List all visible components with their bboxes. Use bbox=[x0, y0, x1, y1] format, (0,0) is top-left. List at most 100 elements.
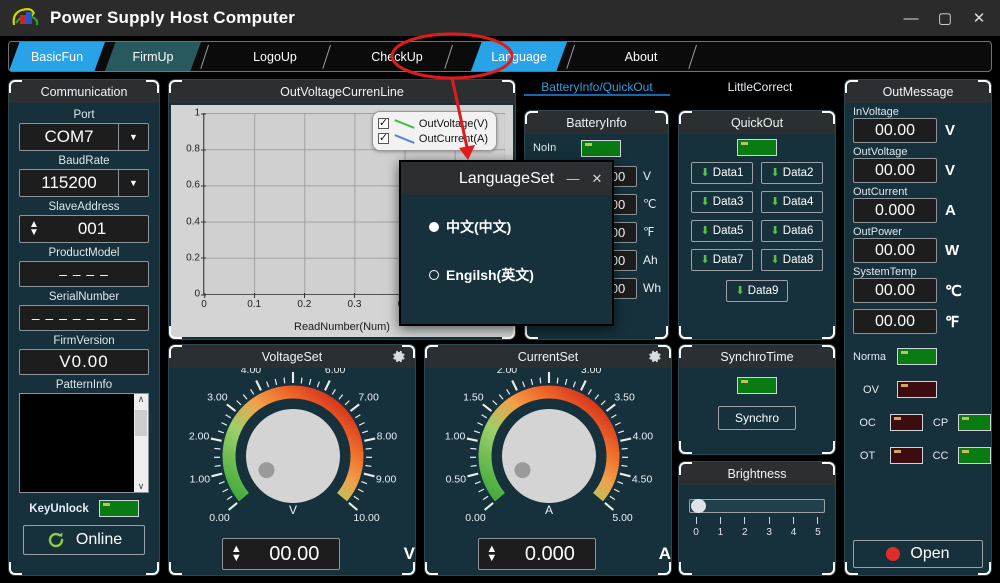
language-option-chinese[interactable]: 中文(中文) bbox=[401, 217, 612, 237]
stepper-arrows-icon[interactable]: ▲ ▼ bbox=[223, 544, 249, 564]
norma-indicator bbox=[897, 348, 937, 365]
dialog-minimize-button[interactable]: — bbox=[562, 167, 584, 191]
brightness-slider[interactable] bbox=[689, 499, 825, 513]
row-unit: Ah bbox=[643, 253, 658, 267]
status-oc-cp-row: OC CP bbox=[845, 414, 991, 431]
tab-about[interactable]: About bbox=[593, 42, 689, 71]
language-option-english[interactable]: Engilsh(英文) bbox=[401, 265, 612, 285]
gauge-knob[interactable] bbox=[246, 409, 340, 503]
involtage-unit: V bbox=[945, 122, 956, 139]
tick-label: 1 bbox=[717, 527, 724, 538]
gauge-minor-tick bbox=[222, 488, 229, 493]
communication-panel-title: Communication bbox=[9, 80, 159, 103]
gauge-tick-label: 3.00 bbox=[581, 368, 602, 376]
voltageset-panel: VoltageSet 0.001.002.003.004.005.006.007… bbox=[168, 344, 416, 576]
tab-littlecorrect[interactable]: LittleCorrect bbox=[690, 80, 830, 94]
current-stepper[interactable]: ▲ ▼ 0.000 bbox=[477, 538, 596, 570]
chart-legend[interactable]: OutVoltage(V) OutCurrent(A) bbox=[371, 111, 497, 151]
outmessage-panel-title: OutMessage bbox=[845, 80, 991, 103]
legend-item[interactable]: OutVoltage(V) bbox=[377, 116, 488, 131]
quickout-data6-button[interactable]: ⬇ Data6 bbox=[761, 220, 823, 242]
legend-checkbox[interactable] bbox=[377, 116, 389, 129]
patterninfo-scrollbar[interactable]: ∧ ∨ bbox=[134, 394, 148, 492]
gauge-minor-tick bbox=[617, 481, 624, 485]
current-unit: A bbox=[658, 544, 671, 563]
gauge-tick-label: 4.50 bbox=[632, 474, 653, 486]
legend-item[interactable]: OutCurrent(A) bbox=[377, 131, 488, 146]
stepper-arrows-icon[interactable]: ▲ ▼ bbox=[479, 544, 505, 564]
gauge-minor-tick bbox=[610, 414, 617, 419]
gauge-minor-tick bbox=[331, 389, 336, 395]
gauge-center-unit: A bbox=[545, 503, 553, 517]
quickout-data2-button[interactable]: ⬇ Data2 bbox=[761, 162, 823, 184]
scroll-up-icon[interactable]: ∧ bbox=[138, 394, 145, 405]
keyunlock-indicator bbox=[98, 500, 139, 517]
scrollbar-thumb[interactable] bbox=[135, 410, 147, 436]
outvoltage-unit: V bbox=[945, 162, 956, 179]
slider-knob[interactable] bbox=[691, 499, 706, 513]
gauge-tick-label: 1.00 bbox=[190, 474, 211, 486]
tab-basicfun[interactable]: BasicFun bbox=[9, 42, 105, 71]
gauge-knob-indicator bbox=[258, 462, 275, 479]
gauge-major-tick bbox=[227, 502, 238, 511]
slaveaddress-stepper[interactable]: ▲ ▼ 001 bbox=[19, 215, 149, 243]
tab-language[interactable]: Language bbox=[471, 42, 567, 71]
languageset-dialog-titlebar: LanguageSet — ✕ bbox=[401, 162, 612, 195]
radio-selected-icon[interactable] bbox=[429, 222, 439, 232]
outcurrent-value: 0.000 bbox=[853, 198, 937, 223]
gear-icon[interactable] bbox=[390, 348, 407, 365]
online-button[interactable]: Online bbox=[23, 525, 145, 555]
brightness-panel: Brightness 0 1 2 3 4 5 bbox=[678, 461, 836, 576]
voltage-gauge[interactable]: 0.001.002.003.004.005.006.007.008.009.00… bbox=[169, 355, 415, 532]
quickout-data1-button[interactable]: ⬇ Data1 bbox=[691, 162, 753, 184]
tick-label: 2 bbox=[742, 527, 748, 538]
outvoltage-label: OutVoltage bbox=[853, 146, 908, 158]
tab-checkup[interactable]: CheckUp bbox=[349, 42, 445, 71]
current-value: 0.000 bbox=[524, 542, 575, 565]
option-label: 中文(中文) bbox=[446, 219, 512, 235]
radio-unselected-icon[interactable] bbox=[429, 270, 439, 280]
quickout-data4-button[interactable]: ⬇ Data4 bbox=[761, 191, 823, 213]
legend-checkbox[interactable] bbox=[377, 131, 389, 144]
port-select[interactable]: COM7 ▼ bbox=[19, 123, 149, 151]
gauge-minor-tick bbox=[362, 430, 369, 434]
synchrotime-panel: SynchroTime Synchro bbox=[678, 344, 836, 455]
gauge-center-unit: V bbox=[289, 503, 297, 517]
gauge-knob[interactable] bbox=[502, 409, 596, 503]
gauge-minor-tick bbox=[221, 422, 228, 426]
open-button[interactable]: Open bbox=[853, 540, 983, 568]
gauge-tick-label: 1.50 bbox=[463, 391, 484, 403]
download-icon: ⬇ bbox=[700, 195, 710, 208]
systemtemp-fahrenheit-value: 00.00 bbox=[853, 309, 937, 334]
quickout-data5-button[interactable]: ⬇ Data5 bbox=[691, 220, 753, 242]
scroll-down-icon[interactable]: ∨ bbox=[138, 481, 145, 492]
minimize-button[interactable]: — bbox=[894, 0, 928, 36]
baudrate-select[interactable]: 115200 ▼ bbox=[19, 169, 149, 197]
quickout-data7-button[interactable]: ⬇ Data7 bbox=[691, 249, 753, 271]
close-button[interactable]: ✕ bbox=[962, 0, 996, 36]
online-label: Online bbox=[75, 531, 123, 548]
quickout-button-grid: ⬇ Data1 ⬇ Data2 ⬇ Data3 ⬇ Data4 ⬇ Data5 ⬇ Data… bbox=[679, 158, 835, 306]
quickout-data3-button[interactable]: ⬇ Data3 bbox=[691, 191, 753, 213]
gauge-major-tick bbox=[605, 403, 616, 412]
tab-logoup[interactable]: LogoUp bbox=[227, 42, 323, 71]
voltage-stepper[interactable]: ▲ ▼ 00.00 bbox=[222, 538, 341, 570]
patterninfo-textarea[interactable]: ∧ ∨ bbox=[19, 393, 149, 493]
dialog-close-button[interactable]: ✕ bbox=[586, 167, 608, 191]
current-gauge[interactable]: 0.000.501.001.502.002.503.003.504.004.50… bbox=[425, 355, 671, 532]
quickout-data9-button[interactable]: ⬇ Data9 bbox=[726, 280, 788, 302]
gauge-major-tick bbox=[580, 380, 587, 391]
synchro-button[interactable]: Synchro bbox=[718, 406, 796, 430]
stepper-arrows-icon[interactable]: ▲ ▼ bbox=[20, 220, 48, 238]
maximize-button[interactable]: ▢ bbox=[928, 0, 962, 36]
ot-indicator bbox=[890, 447, 923, 464]
quickout-data8-button[interactable]: ⬇ Data8 bbox=[761, 249, 823, 271]
tab-batteryinfo-quickout[interactable]: BatteryInfo/QuickOut bbox=[524, 80, 670, 96]
tab-label: Language bbox=[491, 49, 547, 64]
row-unit: Wh bbox=[643, 281, 661, 295]
tab-firmup[interactable]: FirmUp bbox=[105, 42, 201, 71]
gear-icon[interactable] bbox=[646, 348, 663, 365]
gauge-minor-tick bbox=[214, 447, 221, 450]
gauge-tick-label: 0.50 bbox=[446, 474, 467, 486]
gauge-minor-tick bbox=[474, 481, 481, 485]
